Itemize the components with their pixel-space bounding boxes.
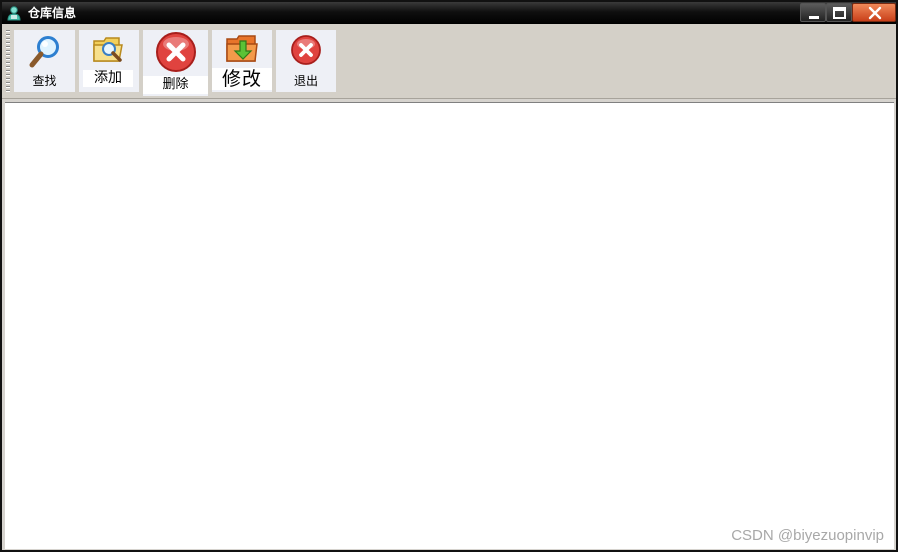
maximize-icon — [833, 7, 846, 19]
toolbar-grip[interactable] — [6, 30, 10, 92]
watermark: CSDN @biyezuopinvip — [731, 527, 884, 544]
exit-button[interactable]: 退出 — [276, 30, 336, 92]
folder-arrow-icon — [226, 35, 258, 62]
add-button-label: 添加 — [83, 70, 133, 87]
folder-search-icon — [93, 37, 123, 62]
toolbar: 查找 添加 删除 修改 退出 — [2, 24, 896, 99]
edit-button-label: 修改 — [212, 68, 272, 90]
minimize-icon — [809, 16, 819, 19]
minimize-button[interactable] — [800, 3, 826, 22]
window-title: 仓库信息 — [28, 6, 77, 20]
title-bar[interactable]: 仓库信息 — [2, 2, 896, 24]
close-button[interactable] — [852, 3, 896, 22]
search-button[interactable]: 查找 — [14, 30, 75, 92]
app-user-icon — [7, 6, 21, 21]
red-x-circle-icon — [291, 35, 321, 65]
close-icon — [868, 6, 882, 20]
app-window: 仓库信息 查找 添加 删除 修改 退出 CSDN @biyezuopinvip — [0, 0, 898, 552]
content-area[interactable]: CSDN @biyezuopinvip — [5, 102, 894, 549]
magnifier-icon — [29, 36, 59, 68]
edit-button[interactable]: 修改 — [212, 30, 272, 92]
maximize-button[interactable] — [826, 3, 852, 22]
red-x-circle-icon — [155, 32, 196, 72]
search-button-label: 查找 — [32, 74, 57, 88]
delete-button[interactable]: 删除 — [143, 30, 208, 96]
delete-button-label: 删除 — [143, 76, 208, 94]
exit-button-label: 退出 — [293, 74, 318, 88]
add-button[interactable]: 添加 — [79, 30, 139, 92]
